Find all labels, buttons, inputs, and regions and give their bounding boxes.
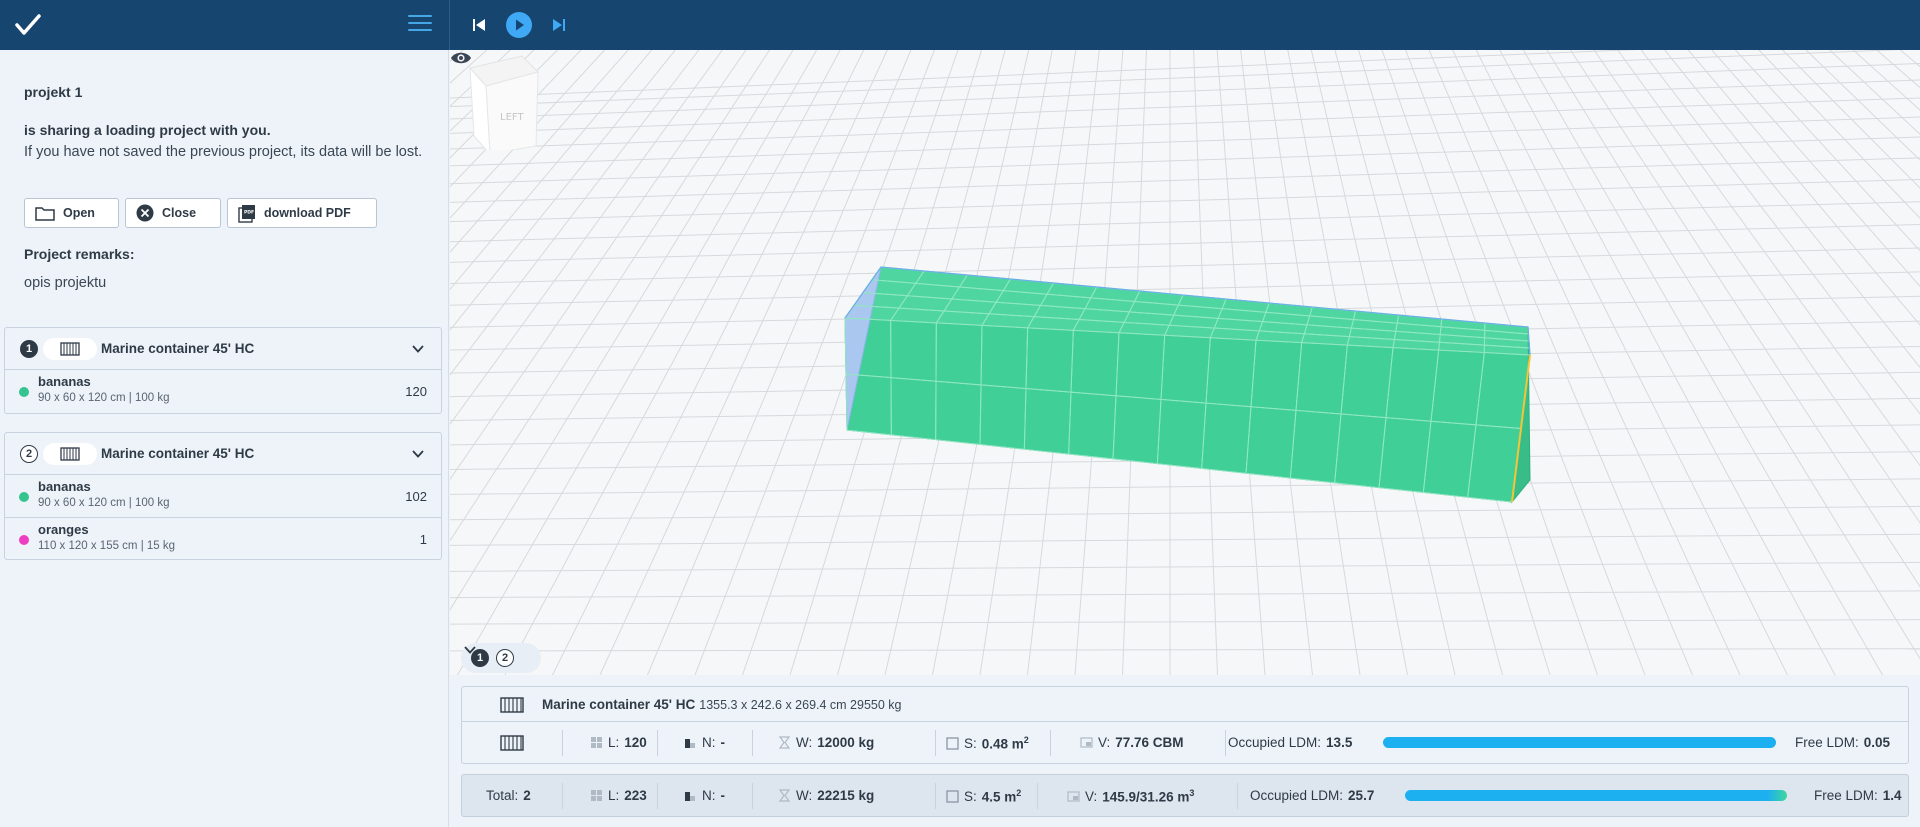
weight-icon — [778, 789, 791, 802]
stat-occupied-ldm: Occupied LDM: 13.5 — [1228, 735, 1353, 750]
chevron-down-icon[interactable] — [411, 447, 425, 461]
cargo-spec: 90 x 60 x 120 cm | 100 kg — [38, 392, 170, 404]
cargo-count: 102 — [405, 489, 427, 504]
container-icon — [60, 447, 80, 461]
container-switcher: 1 2 — [461, 643, 541, 673]
stat-volume: V: 77.76 CBM — [1080, 735, 1184, 750]
sidebar: projekt 1 is sharing a loading project w… — [0, 50, 449, 827]
totals-stats-row: Total: 2 L: 223 N: - W: 22215 kg S: 4.5 m2 — [462, 775, 1908, 816]
stat-volume: V: 145.9/31.26 m3 — [1067, 788, 1194, 805]
cargo-row[interactable]: bananas 90 x 60 x 120 cm | 100 kg 102 — [5, 475, 441, 517]
stat-free-ldm: Free LDM: 0.05 — [1795, 735, 1891, 750]
3d-scene[interactable] — [450, 50, 1920, 675]
container-title: Marine container 45' HC — [101, 341, 255, 356]
stack-icon — [684, 789, 697, 802]
play-icon[interactable] — [505, 12, 533, 38]
eye-icon[interactable] — [450, 50, 472, 66]
container-info-box: Marine container 45' HC 1355.3 x 242.6 x … — [461, 686, 1909, 764]
container-header[interactable]: 1 Marine container 45' HC — [5, 328, 441, 370]
stack-icon — [684, 736, 697, 749]
stat-loads: L: 120 — [590, 735, 647, 750]
cargo-name: oranges — [38, 522, 89, 537]
3d-viewport[interactable]: LEFT 1 2 — [450, 50, 1920, 675]
container-number-badge: 1 — [20, 340, 38, 358]
switch-container-2[interactable]: 2 — [496, 649, 514, 667]
volume-icon — [1080, 736, 1093, 749]
skip-next-icon[interactable] — [550, 12, 568, 38]
hamburger-menu-icon[interactable] — [408, 15, 432, 35]
cargo-row[interactable]: bananas 90 x 60 x 120 cm | 100 kg 120 — [5, 370, 441, 412]
cargo-row[interactable]: oranges 110 x 120 x 155 cm | 15 kg 1 — [5, 517, 441, 559]
container-icon — [60, 342, 80, 356]
pdf-file-icon: PDF — [238, 204, 256, 223]
remarks-label: Project remarks: — [24, 246, 135, 262]
cargo-spec: 90 x 60 x 120 cm | 100 kg — [38, 497, 170, 509]
skip-previous-icon[interactable] — [470, 12, 488, 38]
cargo-name: bananas — [38, 479, 91, 494]
check-logo-icon[interactable] — [14, 12, 42, 38]
chevron-down-icon[interactable] — [463, 643, 477, 657]
stat-surface: S: 0.48 m2 — [946, 735, 1029, 752]
stat-loads: L: 223 — [590, 788, 647, 803]
svg-text:PDF: PDF — [244, 209, 254, 215]
occupied-ldm-bar — [1405, 790, 1787, 801]
share-title: is sharing a loading project with you. — [24, 122, 271, 138]
open-button[interactable]: Open — [24, 198, 119, 228]
stat-free-ldm: Free LDM: 1.4 — [1814, 788, 1902, 803]
container-info-title: Marine container 45' HC — [542, 697, 696, 712]
container-info-dims: 1355.3 x 242.6 x 269.4 cm 29550 kg — [699, 698, 902, 712]
stat-weight: W: 22215 kg — [778, 788, 874, 803]
container-title: Marine container 45' HC — [101, 446, 255, 461]
close-circle-icon — [136, 204, 154, 222]
close-button[interactable]: Close — [125, 198, 221, 228]
container-stats-row: L: 120 N: - W: 12000 kg S: 0.48 m2 V: 77.76 C… — [462, 722, 1908, 764]
square-icon — [946, 790, 959, 803]
stat-n: N: - — [684, 735, 725, 750]
cargo-count: 1 — [419, 532, 427, 547]
stat-weight: W: 12000 kg — [778, 735, 874, 750]
stat-total: Total: 2 — [486, 788, 531, 803]
top-bar — [0, 0, 1920, 50]
totals-box: Total: 2 L: 223 N: - W: 22215 kg S: 4.5 m2 — [461, 774, 1909, 817]
download-pdf-button[interactable]: PDF download PDF — [227, 198, 377, 228]
volume-icon — [1067, 790, 1080, 803]
remarks-text: opis projektu — [24, 275, 107, 291]
stat-occupied-ldm: Occupied LDM: 25.7 — [1250, 788, 1375, 803]
project-name: projekt 1 — [24, 84, 83, 100]
stat-n: N: - — [684, 788, 725, 803]
weight-icon — [778, 736, 791, 749]
cargo-spec: 110 x 120 x 155 cm | 15 kg — [38, 540, 176, 552]
stat-surface: S: 4.5 m2 — [946, 788, 1021, 805]
container-icon — [500, 697, 524, 713]
share-warning: If you have not saved the previous proje… — [24, 144, 423, 160]
cargo-color-dot — [19, 492, 29, 502]
grid-icon — [590, 789, 603, 802]
chevron-down-icon[interactable] — [411, 342, 425, 356]
square-icon — [946, 737, 959, 750]
cargo-color-dot — [19, 535, 29, 545]
container-card: 2 Marine container 45' HC bananas 90 x 6… — [4, 432, 442, 560]
cargo-count: 120 — [405, 384, 427, 399]
view-cube-label: LEFT — [500, 112, 524, 123]
container-number-badge: 2 — [20, 445, 38, 463]
bottom-panel: Marine container 45' HC 1355.3 x 242.6 x … — [450, 675, 1920, 827]
cargo-name: bananas — [38, 374, 91, 389]
occupied-ldm-bar — [1383, 737, 1776, 748]
cargo-color-dot — [19, 387, 29, 397]
container-card: 1 Marine container 45' HC bananas 90 x 6… — [4, 327, 442, 414]
container-header[interactable]: 2 Marine container 45' HC — [5, 433, 441, 475]
folder-icon — [35, 206, 55, 221]
container-icon — [500, 735, 524, 751]
grid-icon — [590, 736, 603, 749]
